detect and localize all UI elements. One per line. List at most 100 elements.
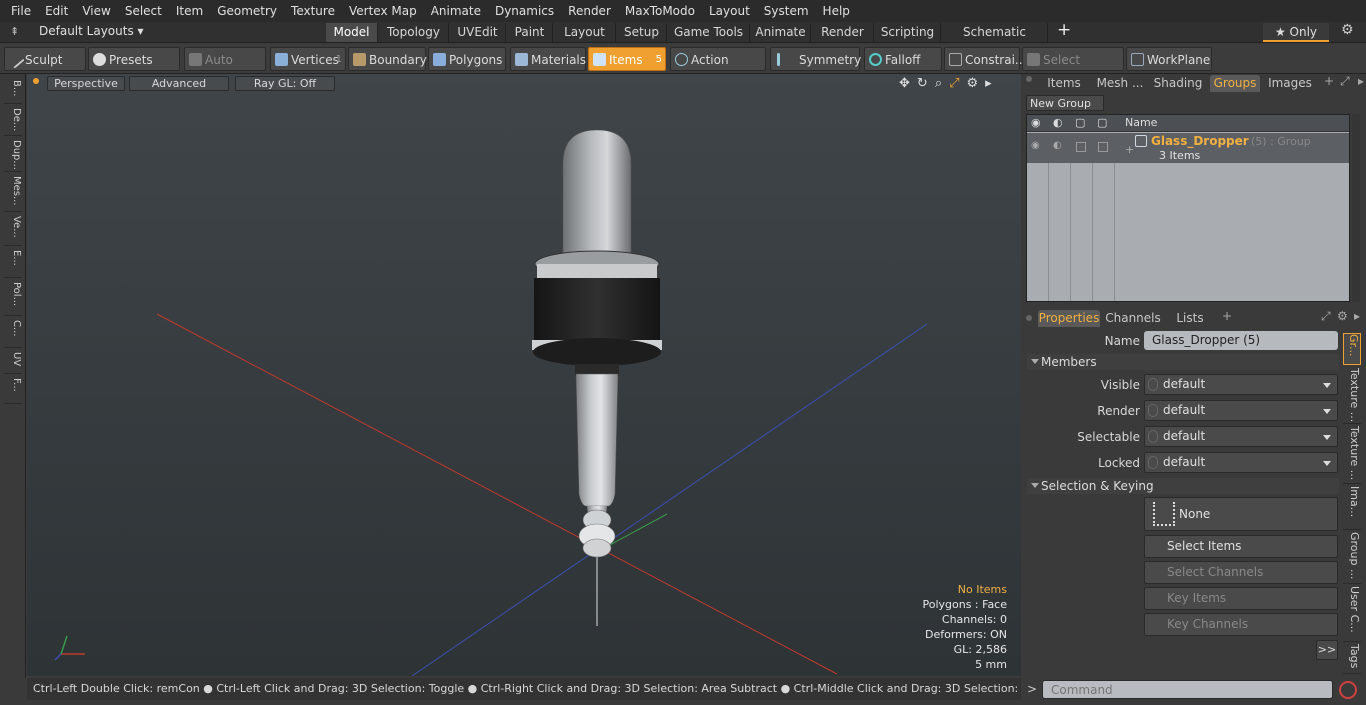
select-column-icon[interactable]: ▢ [1097, 116, 1107, 129]
left-tab-duplicate[interactable]: Dup... [4, 138, 22, 172]
tab-channels[interactable]: Channels [1104, 310, 1162, 327]
add-panel-tab-button[interactable]: + [1324, 74, 1334, 88]
menu-dynamics[interactable]: Dynamics [488, 0, 561, 22]
items-button[interactable]: Items 5 [588, 47, 666, 71]
gear-icon[interactable]: ⚙ [1341, 22, 1354, 38]
tab-model[interactable]: Model [326, 23, 378, 42]
falloff-button[interactable]: Falloff [864, 47, 942, 71]
menu-view[interactable]: View [75, 0, 117, 22]
boundary-button[interactable]: Boundary [348, 47, 427, 71]
props-expand-icon[interactable]: ⤢ [1321, 309, 1331, 324]
panel-arrow-icon[interactable]: ▸ [1358, 74, 1364, 88]
tab-shading[interactable]: Shading [1150, 75, 1206, 92]
side-tab-image[interactable]: Ima... [1343, 486, 1361, 530]
visibility-column-icon[interactable]: ◉ [1031, 116, 1041, 129]
menu-render[interactable]: Render [561, 0, 618, 22]
row-render-icon[interactable]: ◐ [1053, 140, 1062, 151]
side-tab-tags[interactable]: Tags [1343, 644, 1361, 674]
row-lock-toggle[interactable] [1076, 142, 1086, 152]
select-through-button[interactable]: Select Through [1022, 47, 1124, 91]
tab-lists[interactable]: Lists [1164, 310, 1216, 327]
tab-schematic-fusion[interactable]: Schematic Fusion [942, 23, 1048, 58]
tab-paint[interactable]: Paint [507, 23, 553, 42]
left-tab-uv[interactable]: UV [4, 350, 22, 374]
tab-setup[interactable]: Setup [617, 23, 667, 42]
props-gear-icon[interactable]: ⚙ [1337, 309, 1348, 323]
side-tab-texture-1[interactable]: Texture ... [1343, 368, 1361, 424]
menu-maxtomodo[interactable]: MaxToModo [618, 0, 702, 22]
left-tab-deform[interactable]: De... [4, 106, 22, 136]
props-arrow-icon[interactable]: ▸ [1354, 309, 1360, 323]
tab-groups[interactable]: Groups [1210, 75, 1260, 92]
record-icon[interactable] [1339, 681, 1357, 699]
left-tab-vertex[interactable]: Ve... [4, 214, 22, 246]
menu-layout[interactable]: Layout [702, 0, 757, 22]
side-tab-texture-2[interactable]: Texture ... [1343, 426, 1361, 484]
tab-items[interactable]: Items [1038, 75, 1090, 92]
row-visibility-icon[interactable]: ◉ [1031, 140, 1040, 151]
selection-keying-section-header[interactable]: Selection & Keying [1027, 478, 1339, 494]
menu-help[interactable]: Help [816, 0, 857, 22]
polygons-button[interactable]: Polygons [428, 47, 506, 71]
menu-system[interactable]: System [757, 0, 816, 22]
left-tab-edge[interactable]: E... [4, 248, 22, 278]
left-tab-curve[interactable]: C... [4, 318, 22, 348]
side-tab-user-channels[interactable]: User C... [1343, 586, 1361, 642]
auto-select-button[interactable]: Auto Select [184, 47, 266, 91]
symmetry-button[interactable]: Symmetry [770, 47, 861, 71]
groups-panel-dot-icon[interactable] [1026, 76, 1032, 82]
key-channels-button[interactable]: Key Channels [1144, 613, 1338, 636]
props-panel-dot-icon[interactable] [1026, 315, 1032, 321]
tab-scripting[interactable]: Scripting [875, 23, 941, 42]
group-row-glass-dropper[interactable]: ◉ ◐ + Glass_Dropper (5) : Group 3 Items [1027, 133, 1349, 163]
none-button[interactable]: None [1144, 497, 1338, 531]
tab-mesh[interactable]: Mesh ... [1092, 75, 1148, 92]
tab-layout[interactable]: Layout [554, 23, 616, 42]
command-input[interactable] [1042, 680, 1333, 699]
tab-properties[interactable]: Properties [1038, 310, 1100, 327]
vertices-button[interactable]: Vertices 1 [270, 47, 346, 71]
only-toggle[interactable]: ★ Only [1263, 23, 1329, 42]
more-button[interactable]: >> [1316, 640, 1338, 660]
tab-topology[interactable]: Topology [379, 23, 449, 42]
members-section-header[interactable]: Members [1027, 354, 1339, 370]
row-select-toggle[interactable] [1098, 142, 1108, 152]
new-group-button[interactable]: New Group [1026, 95, 1104, 111]
key-items-button[interactable]: Key Items [1144, 587, 1338, 610]
menu-texture[interactable]: Texture [284, 0, 342, 22]
left-tab-fusion[interactable]: F... [4, 376, 22, 404]
lock-column-icon[interactable]: ▢ [1075, 116, 1085, 129]
tab-images[interactable]: Images [1262, 75, 1318, 92]
left-tab-polygon[interactable]: Pol... [4, 280, 22, 316]
3d-viewport[interactable]: Perspective Advanced Ray GL: Off ✥ ↻ ⌕ ⤢… [27, 74, 1021, 676]
selectable-dropdown[interactable]: default [1144, 426, 1338, 447]
expand-group-icon[interactable]: + [1125, 143, 1134, 156]
workplane-button[interactable]: WorkPlane [1126, 47, 1212, 71]
visible-dropdown[interactable]: default [1144, 374, 1338, 395]
add-tab-button[interactable]: + [1057, 20, 1071, 40]
menu-item[interactable]: Item [169, 0, 210, 22]
action-center-button[interactable]: Action Center [670, 47, 766, 91]
name-column-header[interactable]: Name [1125, 116, 1157, 129]
menu-edit[interactable]: Edit [38, 0, 75, 22]
constraints-button[interactable]: Constrai... [944, 47, 1026, 71]
menu-select[interactable]: Select [118, 0, 169, 22]
render-dropdown[interactable]: default [1144, 400, 1338, 421]
expand-panel-icon[interactable]: ⤢ [1340, 74, 1350, 89]
menu-animate[interactable]: Animate [424, 0, 488, 22]
materials-button[interactable]: Materials [510, 47, 586, 71]
tab-animate[interactable]: Animate [751, 23, 811, 42]
groups-scrollbar[interactable] [1352, 114, 1360, 302]
tab-game-tools[interactable]: Game Tools [668, 23, 750, 42]
sculpt-button[interactable]: Sculpt [4, 47, 86, 71]
tab-render[interactable]: Render [812, 23, 874, 42]
glass-dropper-model[interactable] [532, 129, 662, 558]
default-layouts-dropdown[interactable]: Default Layouts ▾ [39, 24, 144, 38]
select-channels-button[interactable]: Select Channels [1144, 561, 1338, 584]
add-props-tab-button[interactable]: + [1222, 309, 1232, 323]
tab-uvedit[interactable]: UVEdit [450, 23, 506, 42]
presets-button[interactable]: Presets [88, 47, 180, 71]
render-column-icon[interactable]: ◐ [1053, 116, 1063, 129]
left-tab-mesh[interactable]: Mes... [4, 174, 22, 212]
left-tab-basic[interactable]: B... [4, 78, 22, 104]
